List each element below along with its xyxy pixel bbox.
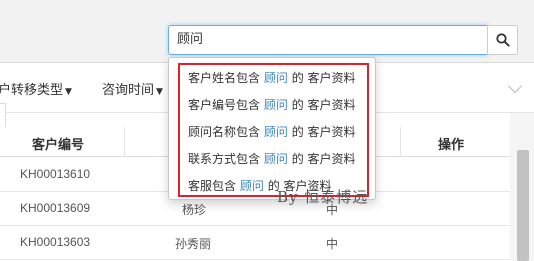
caret-down-icon: ▼ — [156, 87, 163, 97]
suggestion-customer-name[interactable]: 客户姓名包含 顾问 的 客户资料 — [188, 69, 356, 86]
suggestion-customer-no[interactable]: 客户编号包含 顾问 的 客户资料 — [188, 96, 356, 113]
filter-consult-time-label: 咨询时间 — [102, 83, 155, 98]
suggestion-suffix: 的 客户资料 — [291, 98, 356, 112]
table-row[interactable]: KH00013603 孙秀丽 中 — [0, 226, 534, 260]
filter-transfer-type[interactable]: 户转移类型 ▼ — [0, 79, 72, 98]
customer-level-cell: 中 — [326, 237, 339, 251]
scrollbar-thumb[interactable] — [517, 150, 529, 261]
suggestion-keyword: 顾问 — [263, 71, 288, 85]
search-button[interactable] — [487, 25, 518, 55]
caret-down-icon: ▼ — [65, 87, 72, 97]
search-icon — [495, 33, 510, 47]
suggestion-prefix: 客户编号包含 — [188, 98, 261, 112]
suggestion-prefix: 客服包含 — [188, 179, 237, 193]
filter-transfer-type-label: 户转移类型 — [0, 83, 64, 98]
suggestion-keyword: 顾问 — [263, 98, 288, 112]
filter-consult-time[interactable]: 咨询时间 ▼ — [102, 79, 163, 98]
suggestion-suffix: 的 客户资料 — [291, 152, 356, 166]
watermark-text: By 恒泰博远 — [277, 188, 369, 206]
search-input[interactable]: 顾问 — [168, 25, 488, 55]
checkbox-column-stub — [0, 103, 6, 129]
suggestion-suffix: 的 客户资料 — [291, 71, 356, 85]
suggestion-prefix: 联系方式包含 — [188, 152, 261, 166]
suggestion-consultant-name[interactable]: 顾问名称包含 顾问 的 客户资料 — [188, 123, 356, 140]
suggestion-keyword: 顾问 — [263, 125, 288, 139]
customer-no-cell: KH00013603 — [20, 235, 91, 249]
suggestion-prefix: 客户姓名包含 — [188, 71, 261, 85]
column-divider — [400, 127, 401, 157]
column-header-customer-no[interactable]: 客户编号 — [32, 134, 84, 153]
customer-name-cell: 杨珍 — [182, 203, 207, 217]
customer-no-cell: KH00013610 — [20, 167, 91, 181]
suggestion-suffix: 的 客户资料 — [291, 125, 356, 139]
column-divider — [124, 127, 125, 157]
customer-no-cell: KH00013609 — [20, 201, 91, 215]
suggestion-keyword: 顾问 — [239, 179, 264, 193]
chevron-down-icon[interactable] — [507, 78, 523, 94]
column-header-actions: 操作 — [438, 138, 465, 153]
suggestion-contact[interactable]: 联系方式包含 顾问 的 客户资料 — [188, 150, 356, 167]
suggestion-prefix: 顾问名称包含 — [188, 125, 261, 139]
customer-name-cell: 孙秀丽 — [175, 237, 212, 251]
suggestion-keyword: 顾问 — [263, 152, 288, 166]
